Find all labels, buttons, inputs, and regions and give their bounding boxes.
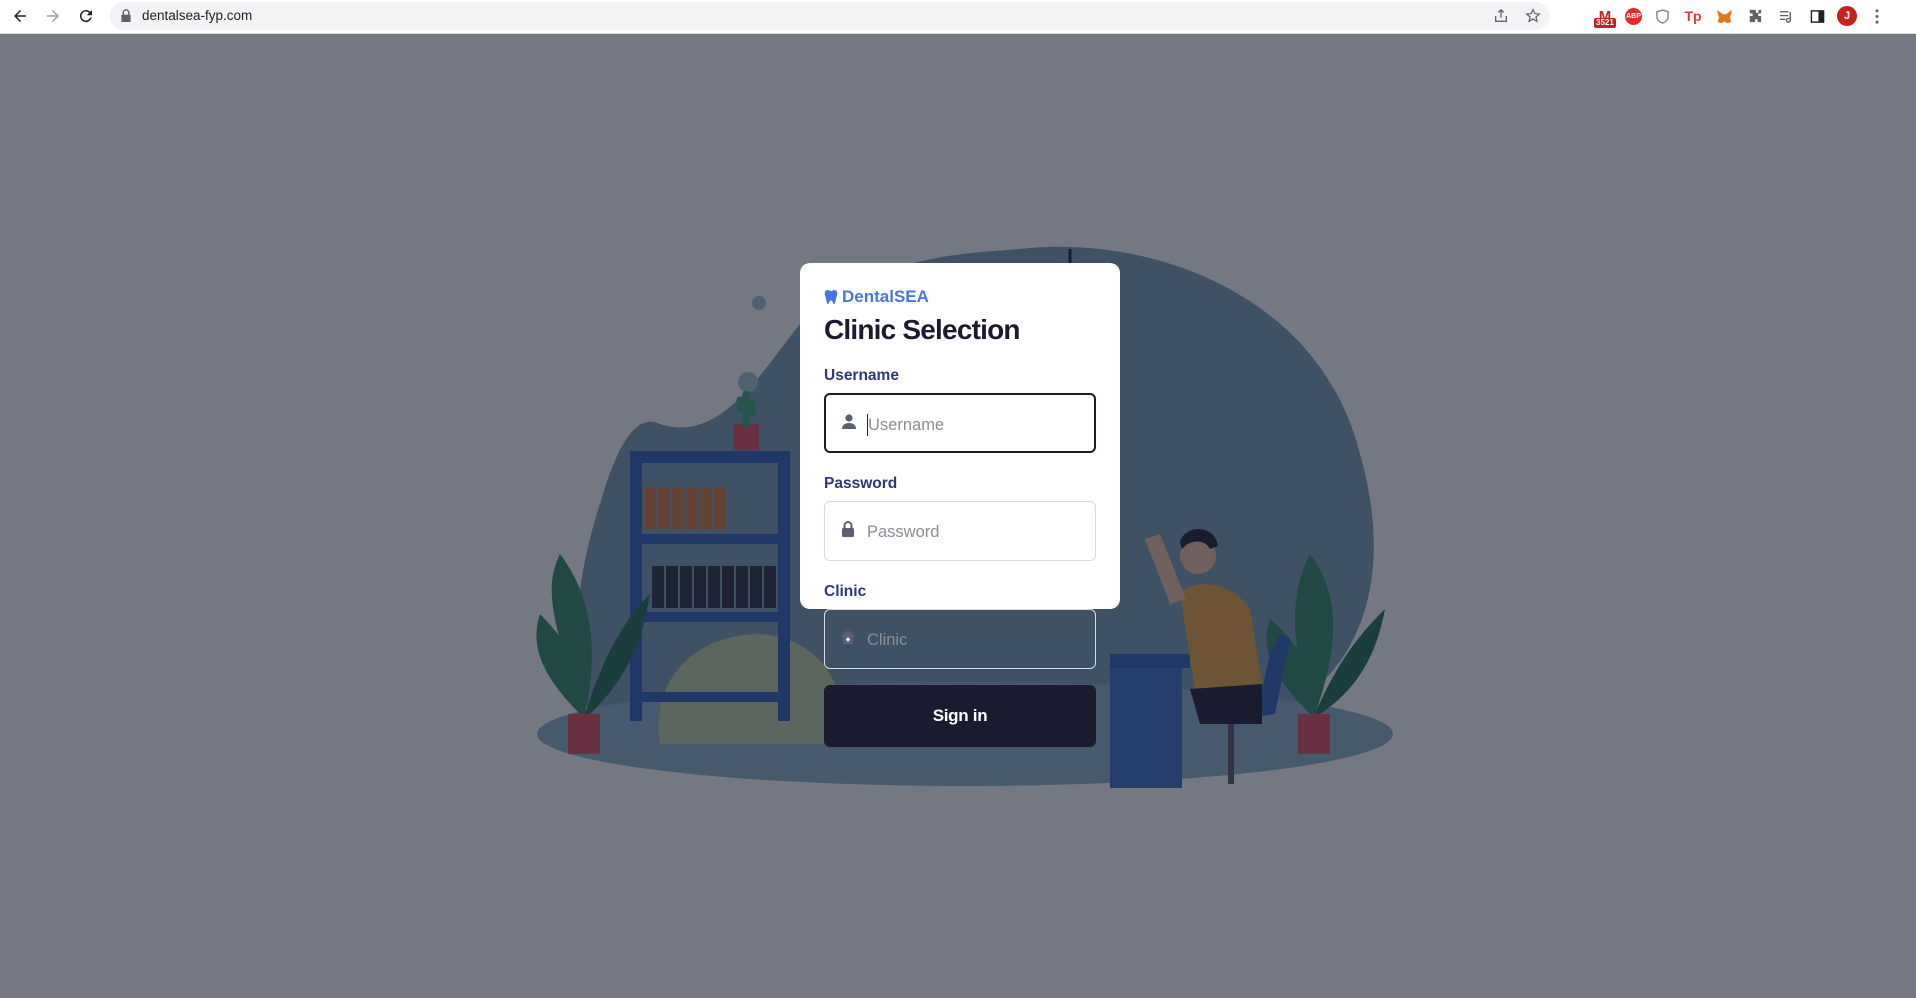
forward-icon[interactable] — [42, 5, 64, 27]
reload-icon[interactable] — [75, 5, 97, 27]
bookmark-star-icon[interactable] — [1524, 7, 1542, 25]
password-field[interactable] — [824, 501, 1096, 561]
page: DentalSEA Clinic Selection Username Pass… — [0, 34, 1916, 998]
brand-name: DentalSEA — [842, 287, 929, 306]
clinic-input[interactable] — [865, 622, 1089, 658]
lock-icon — [121, 9, 131, 22]
clinic-label: Clinic — [824, 583, 867, 600]
username-label: Username — [824, 367, 899, 384]
url-text: dentalsea-fyp.com — [142, 8, 253, 23]
username-input[interactable] — [866, 407, 1090, 443]
text-caret — [867, 414, 868, 436]
tooth-icon — [824, 290, 838, 304]
brand-logo: DentalSEA — [824, 287, 1096, 307]
extensions-puzzle-icon[interactable] — [1744, 5, 1766, 27]
page-title: Clinic Selection — [824, 314, 1021, 345]
adblock-plus-icon[interactable]: ABP — [1625, 7, 1642, 25]
gmail-extension-icon[interactable]: M 3521 — [1594, 5, 1616, 28]
clinic-field[interactable] — [824, 609, 1096, 669]
browser-toolbar: dentalsea-fyp.com M 3521 ABP Tp J — [0, 0, 1916, 34]
media-control-icon[interactable] — [1775, 5, 1797, 27]
tp-extension-icon[interactable]: Tp — [1682, 5, 1704, 27]
share-icon[interactable] — [1492, 7, 1510, 25]
password-input[interactable] — [865, 514, 1089, 550]
gmail-unread-badge: 3521 — [1594, 18, 1616, 28]
clinic-house-icon — [840, 630, 856, 644]
password-label: Password — [824, 475, 898, 492]
clinic-selection-card: DentalSEA Clinic Selection Username Pass… — [800, 263, 1120, 747]
lock-icon — [842, 521, 854, 537]
side-panel-icon[interactable] — [1806, 5, 1828, 27]
extensions-bar: M 3521 ABP Tp J — [1594, 4, 1888, 28]
sign-in-button[interactable]: Sign in — [824, 685, 1096, 747]
metamask-fox-icon[interactable] — [1713, 5, 1735, 27]
shield-extension-icon[interactable] — [1651, 5, 1673, 27]
profile-avatar[interactable]: J — [1837, 6, 1857, 26]
user-icon — [842, 414, 856, 429]
username-field[interactable] — [824, 393, 1096, 453]
address-bar[interactable]: dentalsea-fyp.com — [110, 2, 1550, 30]
browser-menu-icon[interactable] — [1866, 5, 1888, 27]
back-icon[interactable] — [9, 5, 31, 27]
